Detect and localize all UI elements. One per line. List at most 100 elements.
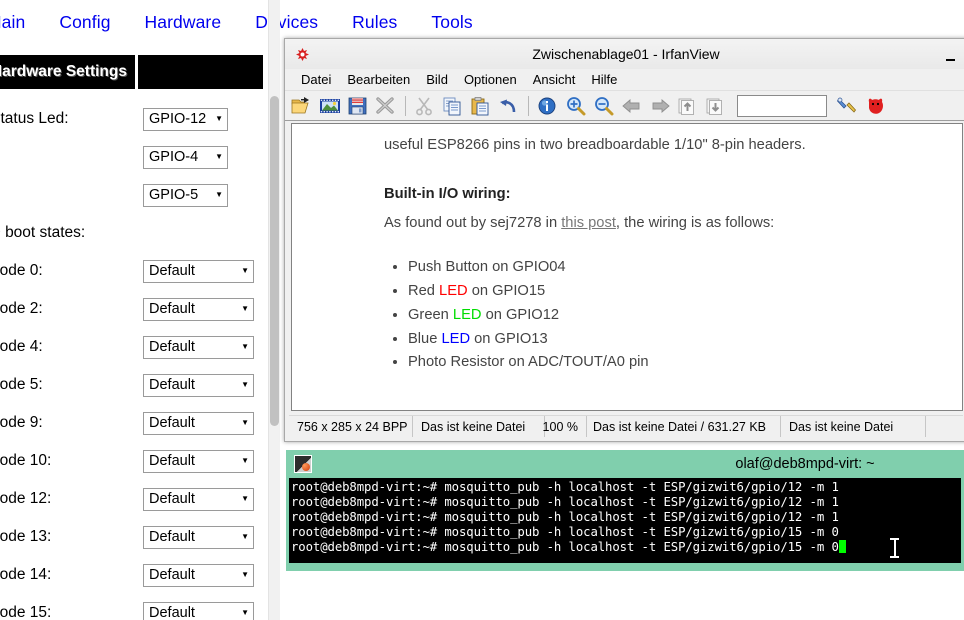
page-title: Hardware Settings [0, 63, 127, 80]
list-item-text: Push Button on GPIO04 [408, 259, 566, 276]
paste-icon[interactable] [468, 93, 494, 119]
last-page-icon[interactable] [703, 93, 729, 119]
irfanview-titlebar[interactable]: Zwischenablage01 - IrfanView [285, 39, 964, 69]
select-pin-mode-12[interactable]: Default ▼ [143, 487, 254, 511]
chevron-down-icon: ▼ [241, 456, 249, 465]
chevron-down-icon: ▼ [215, 114, 223, 123]
select-value: Default [149, 491, 195, 507]
status-file3: Das ist keine Datei [781, 416, 926, 437]
form-row: Wifi Status Led: GPIO-12 ▼ [0, 100, 268, 138]
menu-item-datei[interactable]: Datei [293, 72, 339, 87]
nav-item-main[interactable]: Main [0, 12, 42, 33]
form-row: Pin mode 12: Default ▼ [0, 480, 268, 518]
form-row: Pin mode 4: Default ▼ [0, 328, 268, 366]
select-pin-mode-15[interactable]: Default ▼ [143, 601, 254, 620]
form-label: Pin mode 5: [0, 376, 43, 393]
page-scrollbar[interactable] [268, 0, 280, 620]
delete-icon[interactable] [373, 93, 399, 119]
toolbar-separator-1 [405, 95, 406, 116]
next-icon[interactable] [647, 93, 673, 119]
terminal-line: root@deb8mpd-virt:~# mosquitto_pub -h lo… [291, 525, 961, 540]
cut-icon[interactable] [412, 93, 438, 119]
form-row: Pin mode 14: Default ▼ [0, 556, 268, 594]
status-empty [926, 416, 963, 437]
doc-heading: Built-in I/O wiring: [384, 186, 511, 203]
select-value: Default [149, 415, 195, 431]
hardware-settings-form: Wifi Status Led:GPIO-12▼SDA:GPIO-4▼SCL:G… [0, 100, 268, 620]
select-pin-mode-0[interactable]: Default ▼ [143, 259, 254, 283]
menu-item-hilfe[interactable]: Hilfe [583, 72, 625, 87]
zoom-out-icon[interactable] [591, 93, 617, 119]
select-wifi-status-led[interactable]: GPIO-12 ▼ [143, 107, 228, 131]
select-value: Default [149, 377, 195, 393]
chevron-down-icon: ▼ [241, 266, 249, 275]
form-row: Pin mode 5: Default ▼ [0, 366, 268, 404]
page-title-banner-right [138, 55, 263, 89]
select-pin-mode-10[interactable]: Default ▼ [143, 449, 254, 473]
page-scrollbar-thumb[interactable] [270, 96, 279, 426]
select-value: Default [149, 605, 195, 620]
select-value: Default [149, 567, 195, 583]
terminal-line-text: root@deb8mpd-virt:~# mosquitto_pub -h lo… [291, 525, 839, 539]
select-pin-mode-5[interactable]: Default ▼ [143, 373, 254, 397]
settings-icon[interactable] [835, 93, 861, 119]
select-value: Default [149, 529, 195, 545]
irfanview-title: Zwischenablage01 - IrfanView [532, 46, 720, 62]
wiring-list: Push Button on GPIO04Red LED on GPIO15Gr… [384, 256, 962, 375]
previous-icon[interactable] [619, 93, 645, 119]
toolbar-text-input[interactable] [737, 94, 827, 117]
list-item-text: Blue [408, 330, 442, 347]
thumbnails-icon[interactable] [317, 93, 343, 119]
minimize-button[interactable] [937, 49, 963, 61]
select-scl[interactable]: GPIO-5 ▼ [143, 183, 228, 207]
form-label: Pin mode 13: [0, 528, 52, 545]
list-item: Green LED on GPIO12 [408, 304, 962, 328]
list-item-text: Photo Resistor on ADC/TOUT/A0 pin [408, 354, 649, 371]
irfanview-cat-icon[interactable] [863, 93, 889, 119]
menu-item-bearbeiten[interactable]: Bearbeiten [339, 72, 418, 87]
irfanview-image-canvas[interactable]: The main upper board can operate stand-a… [291, 123, 963, 411]
first-page-icon[interactable] [675, 93, 701, 119]
select-sda[interactable]: GPIO-4 ▼ [143, 145, 228, 169]
terminal-titlebar[interactable]: olaf@deb8mpd-virt: ~ [286, 450, 964, 478]
nav-item-devices[interactable]: Devices [238, 12, 335, 33]
status-zoom: 100 % [543, 416, 587, 437]
menu-item-optionen[interactable]: Optionen [456, 72, 525, 87]
nav-item-config[interactable]: Config [42, 12, 127, 33]
zoom-in-icon[interactable] [563, 93, 589, 119]
menu-item-bild[interactable]: Bild [418, 72, 456, 87]
info-icon[interactable] [535, 93, 561, 119]
nav-item-rules[interactable]: Rules [335, 12, 414, 33]
nav-item-tools[interactable]: Tools [414, 12, 489, 33]
terminal-window[interactable]: olaf@deb8mpd-virt: ~ root@deb8mpd-virt:~… [286, 450, 964, 571]
select-pin-mode-14[interactable]: Default ▼ [143, 563, 254, 587]
irfanview-statusbar: 756 x 285 x 24 BPP Das ist keine Datei 1… [289, 415, 963, 437]
open-folder-icon[interactable] [289, 93, 315, 119]
terminal-line: root@deb8mpd-virt:~# mosquitto_pub -h lo… [291, 540, 961, 555]
irfanview-window[interactable]: Zwischenablage01 - IrfanView Datei Bearbe… [284, 38, 964, 442]
this-post-link[interactable]: this post [561, 215, 616, 231]
nav-item-hardware[interactable]: Hardware [128, 12, 239, 33]
select-pin-mode-13[interactable]: Default ▼ [143, 525, 254, 549]
chevron-down-icon: ▼ [241, 418, 249, 427]
led-keyword-green: LED [452, 306, 482, 323]
select-pin-mode-2[interactable]: Default ▼ [143, 297, 254, 321]
list-item: Photo Resistor on ADC/TOUT/A0 pin [408, 351, 962, 375]
form-row: SCL:GPIO-5▼ [0, 176, 268, 214]
form-row: Pin mode 10: Default ▼ [0, 442, 268, 480]
copy-icon[interactable] [440, 93, 466, 119]
terminal-line-text: root@deb8mpd-virt:~# mosquitto_pub -h lo… [291, 480, 839, 494]
terminal-title: olaf@deb8mpd-virt: ~ [735, 456, 875, 472]
terminal-output[interactable]: root@deb8mpd-virt:~# mosquitto_pub -h lo… [289, 478, 961, 563]
select-pin-mode-4[interactable]: Default ▼ [143, 335, 254, 359]
undo-icon[interactable] [496, 93, 522, 119]
terminal-line: root@deb8mpd-virt:~# mosquitto_pub -h lo… [291, 480, 961, 495]
select-value: Default [149, 301, 195, 317]
menu-item-ansicht[interactable]: Ansicht [525, 72, 584, 87]
save-icon[interactable] [345, 93, 371, 119]
select-value: GPIO-5 [149, 187, 199, 203]
select-pin-mode-9[interactable]: Default ▼ [143, 411, 254, 435]
chevron-down-icon: ▼ [215, 190, 223, 199]
form-row: Pin mode 2: Default ▼ [0, 290, 268, 328]
chevron-down-icon: ▼ [241, 304, 249, 313]
